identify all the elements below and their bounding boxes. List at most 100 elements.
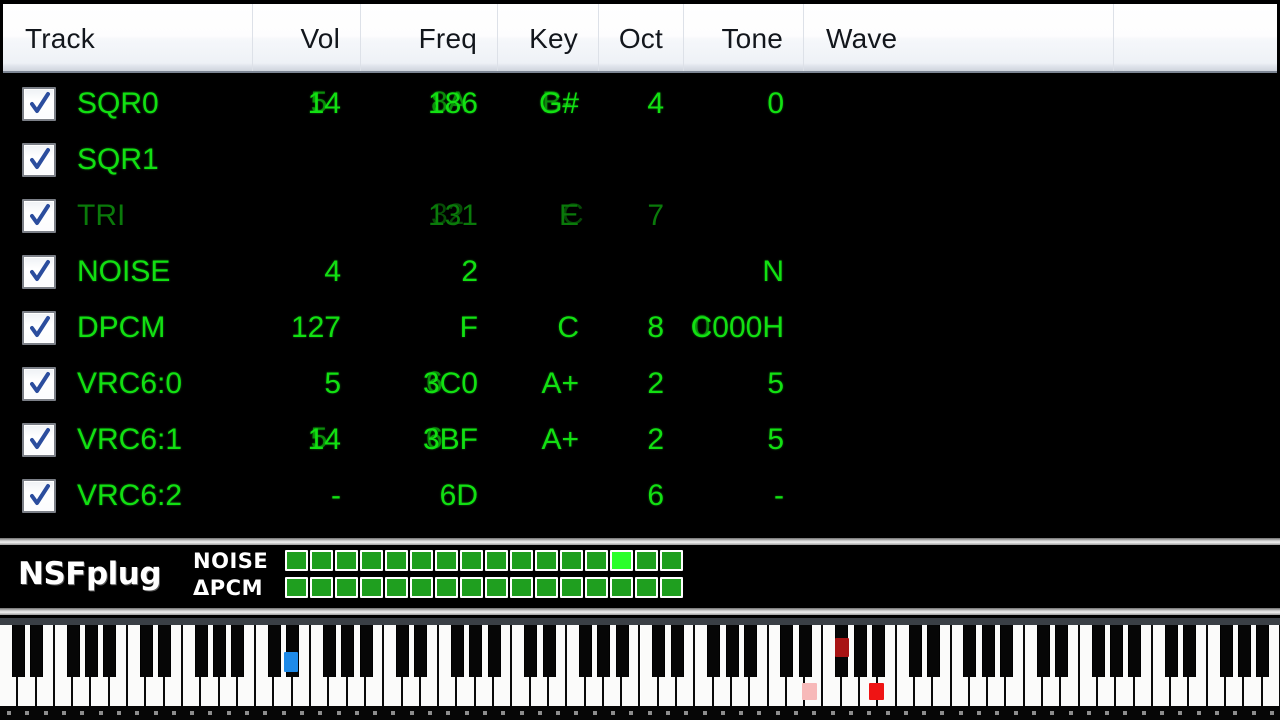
track-enable-checkbox-cell[interactable] — [3, 87, 75, 121]
track-enable-checkbox[interactable] — [22, 311, 56, 345]
track-enable-checkbox-cell[interactable] — [3, 199, 75, 233]
piano-black-key[interactable] — [30, 625, 44, 677]
piano-black-key[interactable] — [908, 625, 922, 677]
piano-black-key[interactable] — [926, 625, 940, 677]
piano-black-key[interactable] — [451, 625, 464, 677]
piano-black-key[interactable] — [396, 625, 410, 677]
key-marker-dot — [318, 711, 323, 715]
piano-black-key[interactable] — [615, 625, 629, 677]
track-enable-checkbox[interactable] — [22, 255, 56, 289]
track-enable-checkbox-cell[interactable] — [3, 479, 75, 513]
column-header-wave[interactable]: Wave — [804, 4, 1114, 71]
piano-black-key[interactable] — [981, 625, 995, 677]
column-header-label: Wave — [826, 23, 898, 54]
piano-black-key[interactable] — [743, 625, 757, 677]
track-cell-key: A+ — [541, 367, 579, 400]
piano-black-key[interactable] — [579, 625, 593, 677]
key-marker-dot — [98, 711, 103, 715]
track-enable-checkbox-cell[interactable] — [3, 143, 75, 177]
piano-black-key[interactable] — [1237, 625, 1251, 677]
piano-black-key[interactable] — [597, 625, 611, 677]
column-header-oct[interactable]: Oct — [599, 4, 684, 71]
track-enable-checkbox[interactable] — [22, 143, 56, 177]
track-enable-checkbox-cell[interactable] — [3, 423, 75, 457]
track-enable-checkbox-cell[interactable] — [3, 311, 75, 345]
key-marker-dot — [1160, 711, 1165, 715]
piano-black-key[interactable] — [542, 625, 556, 677]
piano-black-key[interactable] — [66, 625, 80, 677]
track-enable-checkbox[interactable] — [22, 87, 56, 121]
key-marker-dot — [684, 711, 689, 715]
piano-black-key[interactable] — [469, 625, 483, 677]
meter-block — [460, 550, 484, 571]
piano-black-key[interactable] — [1054, 625, 1068, 677]
piano-black-key[interactable] — [1000, 625, 1013, 677]
track-row[interactable]: SQR0 14 5 186 8A G# B- 4 0 — [3, 76, 1280, 132]
piano-black-key[interactable] — [268, 625, 281, 677]
meter-block — [560, 550, 584, 571]
piano-black-key[interactable] — [963, 625, 977, 677]
column-header-row[interactable]: Track Vol Freq Key Oct Tone Wave — [3, 4, 1277, 73]
piano-black-key[interactable] — [322, 625, 336, 677]
piano-black-key[interactable] — [798, 625, 812, 677]
column-header-vol[interactable]: Vol — [253, 4, 361, 71]
piano-black-key[interactable] — [1183, 625, 1196, 677]
piano-black-key[interactable] — [85, 625, 98, 677]
column-header-track[interactable]: Track — [3, 4, 253, 71]
piano-black-key[interactable] — [707, 625, 721, 677]
piano-black-key[interactable] — [1091, 625, 1105, 677]
piano-black-key[interactable] — [853, 625, 867, 677]
track-row[interactable]: VRC6:1 14 5 3BF 6 A+ 2 5 — [3, 412, 1280, 468]
piano-black-key[interactable] — [1256, 625, 1270, 677]
track-enable-checkbox-cell[interactable] — [3, 255, 75, 289]
piano-black-key[interactable] — [103, 625, 117, 677]
piano-black-key[interactable] — [414, 625, 428, 677]
piano-black-key[interactable] — [487, 625, 501, 677]
column-header-tone[interactable]: Tone — [684, 4, 804, 71]
piano-black-key[interactable] — [213, 625, 227, 677]
column-header-pad[interactable] — [1114, 4, 1277, 71]
piano-black-key[interactable] — [1128, 625, 1142, 677]
track-row[interactable]: NOISE 4 2 N — [3, 244, 1280, 300]
track-cell-key: A+ — [541, 423, 579, 456]
key-marker-dot — [354, 711, 359, 715]
white-keys-layer[interactable] — [0, 625, 1280, 706]
piano-black-key[interactable] — [670, 625, 684, 677]
piano-black-key[interactable] — [1219, 625, 1233, 677]
column-header-label: Vol — [300, 23, 340, 54]
piano-black-key[interactable] — [139, 625, 153, 677]
piano-black-key[interactable] — [725, 625, 739, 677]
meter-block — [635, 577, 659, 598]
track-cell-key: G# B- — [498, 86, 599, 121]
piano-black-key[interactable] — [341, 625, 355, 677]
key-marker-dot — [1251, 711, 1256, 715]
track-row[interactable]: SQR1 — [3, 132, 1280, 188]
track-enable-checkbox-cell[interactable] — [3, 367, 75, 401]
column-header-freq[interactable]: Freq — [361, 4, 498, 71]
track-row[interactable]: VRC6:2 - 6D 6 - — [3, 468, 1280, 524]
piano-black-key[interactable] — [194, 625, 208, 677]
track-enable-checkbox[interactable] — [22, 479, 56, 513]
piano-black-key[interactable] — [1036, 625, 1050, 677]
piano-black-key[interactable] — [231, 625, 245, 677]
piano-black-key[interactable] — [1109, 625, 1123, 677]
piano-black-key[interactable] — [158, 625, 172, 677]
piano-black-key[interactable] — [11, 625, 25, 677]
track-enable-checkbox[interactable] — [22, 199, 56, 233]
track-row[interactable]: DPCM 127 F C 8 C000H 0 — [3, 300, 1280, 356]
piano-black-key[interactable] — [652, 625, 666, 677]
piano-black-key[interactable] — [780, 625, 794, 677]
track-row[interactable]: TRI 131 32 E C 7 — [3, 188, 1280, 244]
column-header-key[interactable]: Key — [498, 4, 599, 71]
track-enable-checkbox[interactable] — [22, 423, 56, 457]
piano-black-key[interactable] — [524, 625, 538, 677]
track-cell-vol: 4 — [324, 255, 341, 288]
piano-black-key[interactable] — [359, 625, 373, 677]
meter-label: ΔPCM — [193, 575, 263, 600]
piano-black-key[interactable] — [1164, 625, 1178, 677]
piano-keyboard[interactable] — [0, 618, 1280, 720]
track-row[interactable]: VRC6:0 5 3C0 6 A+ 2 5 — [3, 356, 1280, 412]
track-enable-checkbox[interactable] — [22, 367, 56, 401]
piano-black-key[interactable] — [871, 625, 885, 677]
key-marker-dot — [977, 711, 982, 715]
